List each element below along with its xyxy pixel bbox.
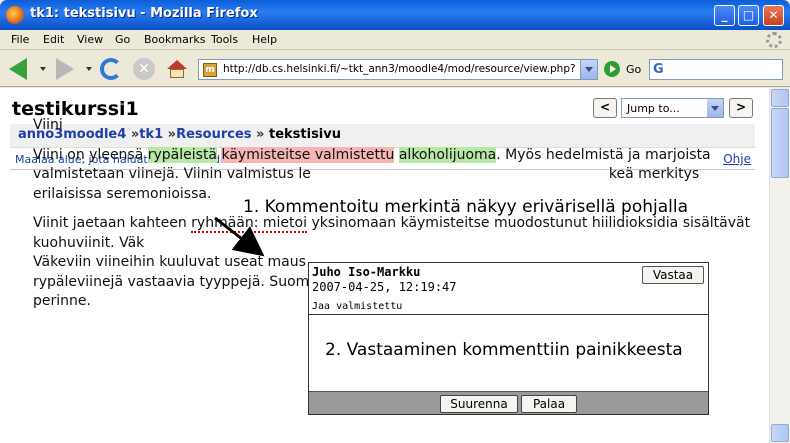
popup-footer: Suurenna Palaa [309, 391, 708, 414]
arrow-to-highlight [214, 216, 265, 257]
enlarge-button[interactable]: Suurenna [440, 395, 518, 413]
back-button-popup[interactable]: Palaa [521, 395, 577, 413]
reply-button[interactable]: Vastaa [642, 266, 704, 284]
comment-date: 2007-04-25, 12:19:47 [312, 280, 457, 294]
comment-author: Juho Iso-Markku [312, 265, 421, 279]
comment-header: Juho Iso-Markku 2007-04-25, 12:19:47 Jaa… [309, 263, 708, 315]
comment-text: Jaa valmistettu [312, 301, 403, 312]
comment-popup: Juho Iso-Markku 2007-04-25, 12:19:47 Jaa… [308, 262, 709, 415]
annotation-label-2: 2. Vastaaminen kommenttiin painikkeesta [325, 340, 683, 360]
